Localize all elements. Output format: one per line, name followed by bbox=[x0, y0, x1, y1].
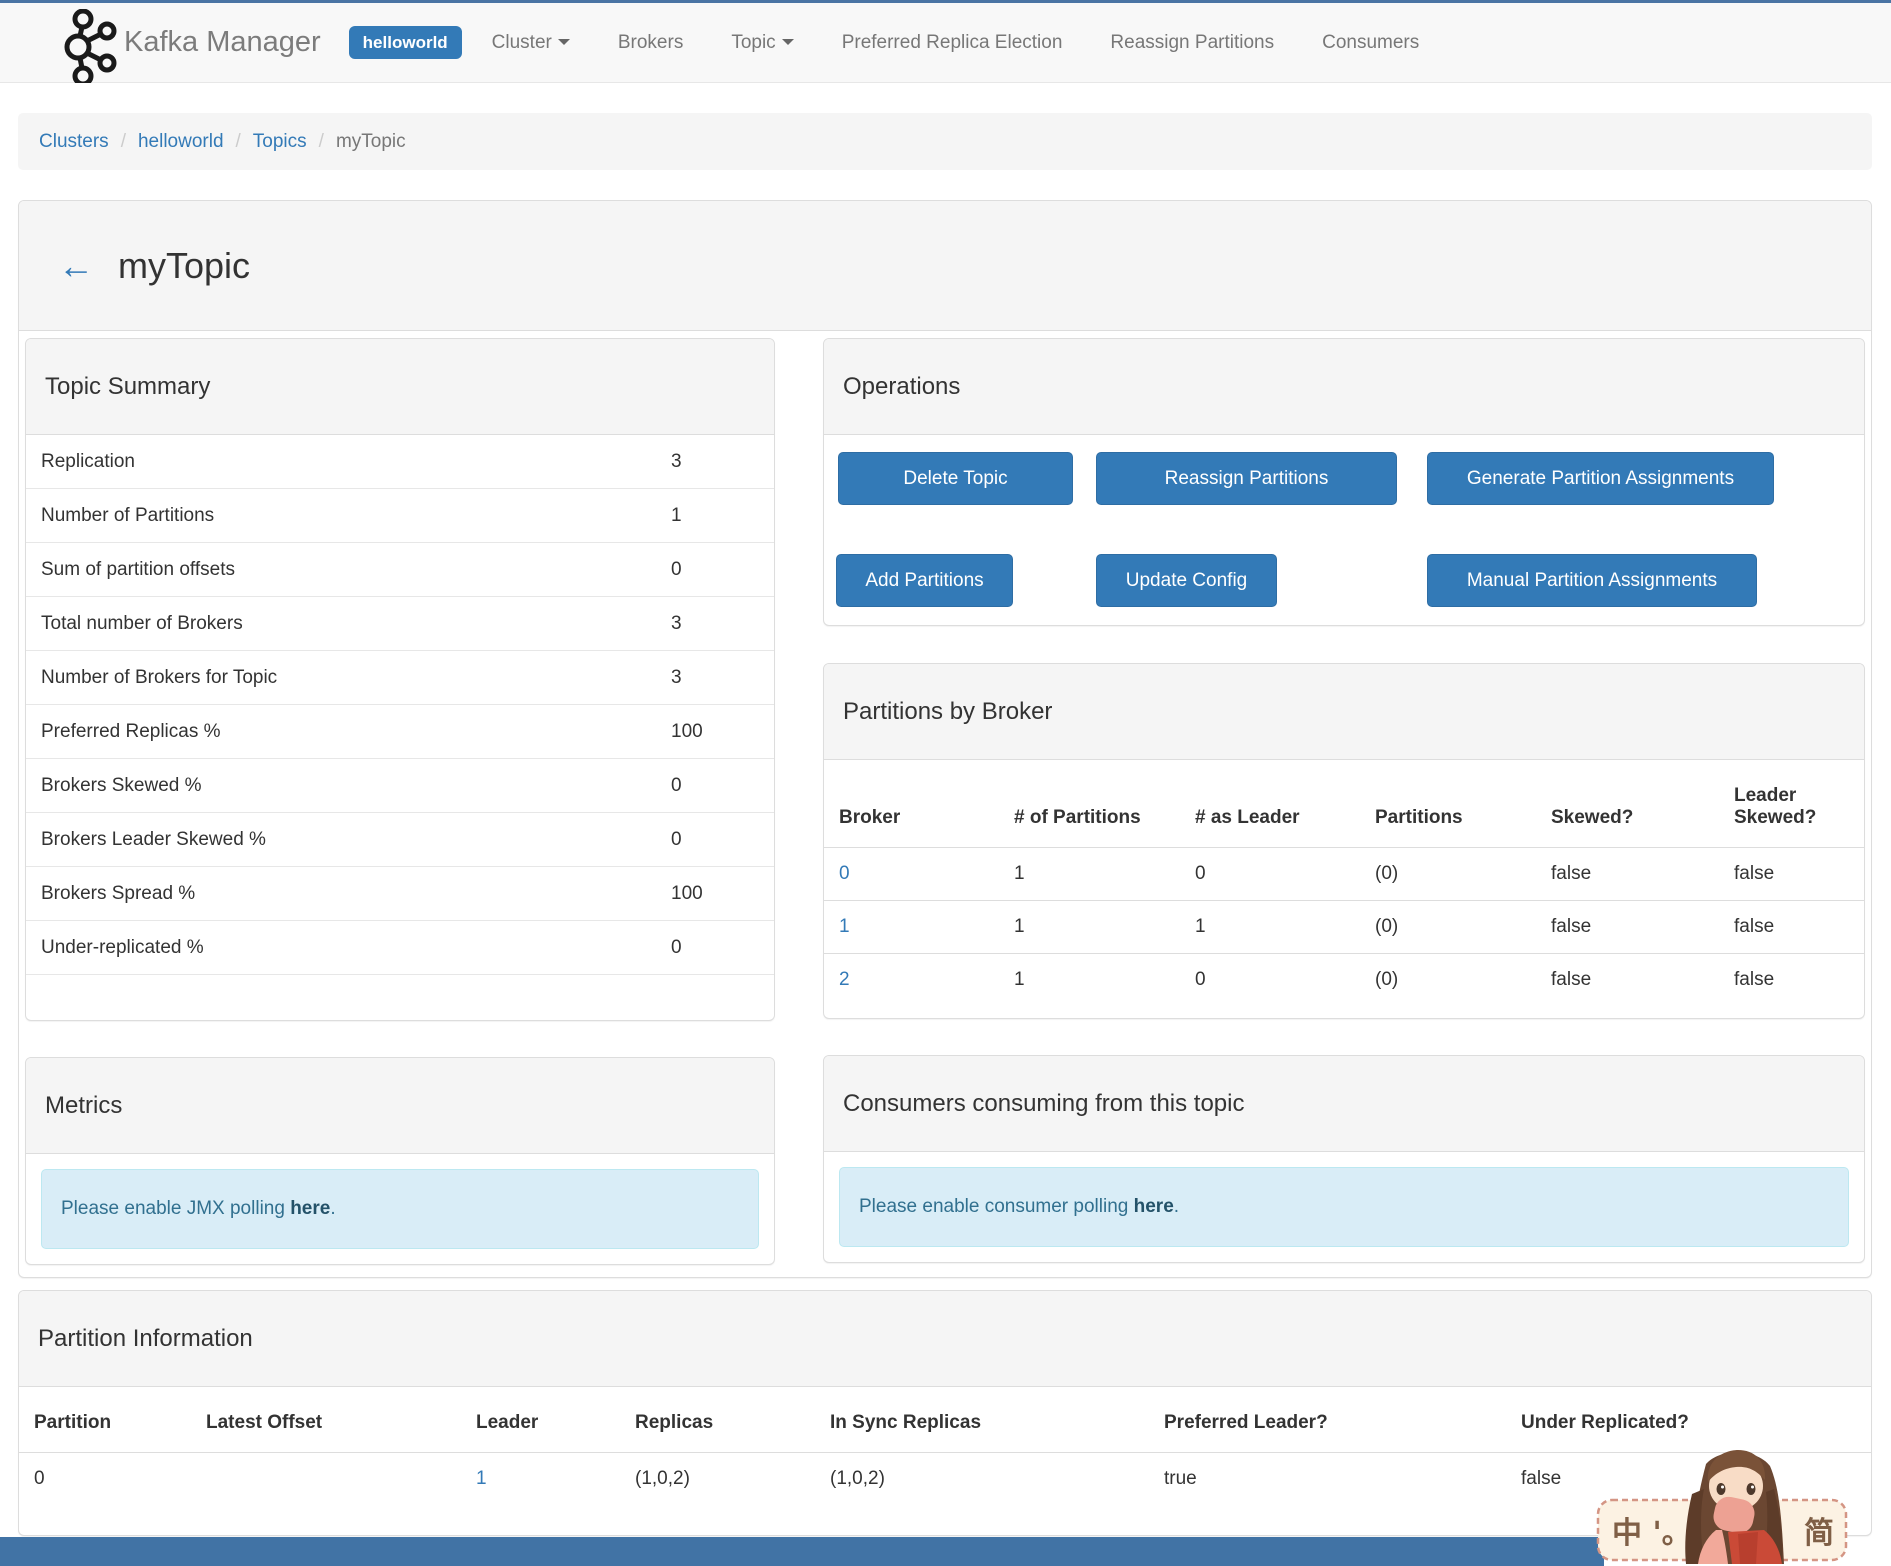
table-row: Sum of partition offsets 0 bbox=[26, 542, 774, 597]
add-partitions-button[interactable]: Add Partitions bbox=[836, 554, 1013, 607]
nav-item-brokers[interactable]: Brokers bbox=[594, 32, 707, 54]
metrics-panel: Metrics Please enable JMX polling here. bbox=[25, 1057, 775, 1265]
page-title: myTopic bbox=[118, 244, 251, 286]
breadcrumb-cluster-name[interactable]: helloworld bbox=[138, 131, 224, 153]
breadcrumb-separator: / bbox=[120, 130, 126, 152]
breadcrumb: Clusters / helloworld / Topics / myTopic bbox=[18, 113, 1872, 170]
operations-body: Delete Topic Reassign Partitions Generat… bbox=[824, 435, 1864, 625]
table-row: Replication 3 bbox=[26, 435, 774, 489]
metrics-title: Metrics bbox=[26, 1058, 774, 1154]
kafka-logo-icon bbox=[64, 8, 117, 83]
table-row: Number of Partitions 1 bbox=[26, 488, 774, 543]
top-accent-line bbox=[0, 0, 1891, 3]
partitions-by-broker-title: Partitions by Broker bbox=[824, 664, 1864, 760]
bottom-blue-bar bbox=[0, 1537, 1604, 1566]
enable-consumer-polling-link[interactable]: here bbox=[1134, 1196, 1174, 1217]
nav-item-cluster[interactable]: Cluster bbox=[468, 32, 594, 54]
caret-down-icon bbox=[557, 39, 570, 46]
reassign-partitions-button[interactable]: Reassign Partitions bbox=[1096, 452, 1397, 505]
topic-detail-body: Topic Summary Replication 3 Number of Par… bbox=[19, 331, 1871, 1277]
table-row: Under-replicated % 0 bbox=[26, 920, 774, 975]
partitions-by-broker-table: Broker # of Partitions # as Leader Parti… bbox=[824, 760, 1864, 1006]
table-header-row: Broker # of Partitions # as Leader Parti… bbox=[824, 760, 1864, 848]
navbar: Kafka Manager helloworld Cluster Brokers… bbox=[0, 3, 1891, 83]
partitions-by-broker-panel: Partitions by Broker Broker # of Partiti… bbox=[823, 663, 1865, 1019]
anime-girl-watermark: 中 '。半 简 bbox=[1596, 1450, 1848, 1564]
metrics-body: Please enable JMX polling here. bbox=[26, 1154, 774, 1264]
broker-link[interactable]: 2 bbox=[839, 969, 850, 990]
breadcrumb-separator: / bbox=[318, 130, 324, 152]
brand-title[interactable]: Kafka Manager bbox=[124, 26, 321, 59]
kafka-manager-app: Kafka Manager helloworld Cluster Brokers… bbox=[0, 0, 1891, 1566]
right-column: Operations Delete Topic Reassign Partiti… bbox=[823, 338, 1865, 1265]
table-row: 0 1 0 (0) false false bbox=[839, 863, 1775, 884]
nav-menu: Cluster Brokers Topic Preferred Replica … bbox=[468, 32, 1444, 54]
operations-panel: Operations Delete Topic Reassign Partiti… bbox=[823, 338, 1865, 626]
breadcrumb-separator: / bbox=[235, 130, 241, 152]
caret-down-icon bbox=[781, 39, 794, 46]
generate-partition-assignments-button[interactable]: Generate Partition Assignments bbox=[1427, 452, 1774, 505]
consumers-body: Please enable consumer polling here. bbox=[824, 1152, 1864, 1262]
table-row: Preferred Replicas % 100 bbox=[26, 704, 774, 759]
watermark-text-right: 简 bbox=[1804, 1516, 1834, 1551]
consumer-polling-alert: Please enable consumer polling here. bbox=[839, 1167, 1849, 1247]
nav-item-topic[interactable]: Topic bbox=[707, 32, 817, 54]
leader-broker-link[interactable]: 1 bbox=[476, 1468, 487, 1489]
broker-link[interactable]: 0 bbox=[839, 863, 850, 884]
left-column: Topic Summary Replication 3 Number of Par… bbox=[25, 338, 775, 1265]
operations-title: Operations bbox=[824, 339, 1864, 435]
enable-jmx-polling-link[interactable]: here bbox=[290, 1198, 330, 1219]
table-row: 1 1 1 (0) false false bbox=[824, 900, 1864, 954]
topic-summary-title: Topic Summary bbox=[26, 339, 774, 435]
nav-item-preferred-replica-election[interactable]: Preferred Replica Election bbox=[818, 32, 1087, 54]
brand[interactable]: Kafka Manager bbox=[60, 3, 321, 83]
operations-row-1: Delete Topic Reassign Partitions Generat… bbox=[824, 452, 1864, 505]
broker-link[interactable]: 1 bbox=[839, 916, 850, 937]
topic-summary-table: Replication 3 Number of Partitions 1 Sum o… bbox=[26, 435, 774, 975]
table-row: Number of Brokers for Topic 3 bbox=[26, 650, 774, 705]
panel-filler bbox=[824, 1006, 1864, 1018]
partition-information-title: Partition Information bbox=[19, 1291, 1871, 1387]
topic-detail-header: ← myTopic bbox=[19, 201, 1871, 331]
topic-detail-panel: ← myTopic Topic Summary Replication 3 Num… bbox=[18, 200, 1872, 1278]
nav-item-reassign-partitions[interactable]: Reassign Partitions bbox=[1086, 32, 1298, 54]
table-row: Brokers Spread % 100 bbox=[26, 866, 774, 921]
table-row: Total number of Brokers 3 bbox=[26, 596, 774, 651]
panel-filler bbox=[26, 975, 774, 1020]
manual-partition-assignments-button[interactable]: Manual Partition Assignments bbox=[1427, 554, 1757, 607]
breadcrumb-topics[interactable]: Topics bbox=[253, 131, 307, 153]
back-arrow-icon[interactable]: ← bbox=[58, 247, 94, 284]
operations-row-2: Add Partitions Update Config Manual Part… bbox=[824, 554, 1864, 607]
table-row: Brokers Skewed % 0 bbox=[26, 758, 774, 813]
table-row: 2 1 0 (0) false false bbox=[824, 953, 1864, 1006]
breadcrumb-current-topic: myTopic bbox=[335, 130, 406, 152]
nav-item-consumers[interactable]: Consumers bbox=[1298, 32, 1443, 54]
cluster-badge[interactable]: helloworld bbox=[348, 26, 462, 59]
consumers-panel: Consumers consuming from this topic Plea… bbox=[823, 1055, 1865, 1263]
breadcrumb-clusters[interactable]: Clusters bbox=[39, 131, 109, 153]
topic-summary-panel: Topic Summary Replication 3 Number of Par… bbox=[25, 338, 775, 1021]
jmx-polling-alert: Please enable JMX polling here. bbox=[41, 1169, 759, 1249]
consumers-title: Consumers consuming from this topic bbox=[824, 1056, 1864, 1152]
table-row: Brokers Leader Skewed % 0 bbox=[26, 812, 774, 867]
update-config-button[interactable]: Update Config bbox=[1096, 554, 1277, 607]
delete-topic-button[interactable]: Delete Topic bbox=[838, 452, 1073, 505]
